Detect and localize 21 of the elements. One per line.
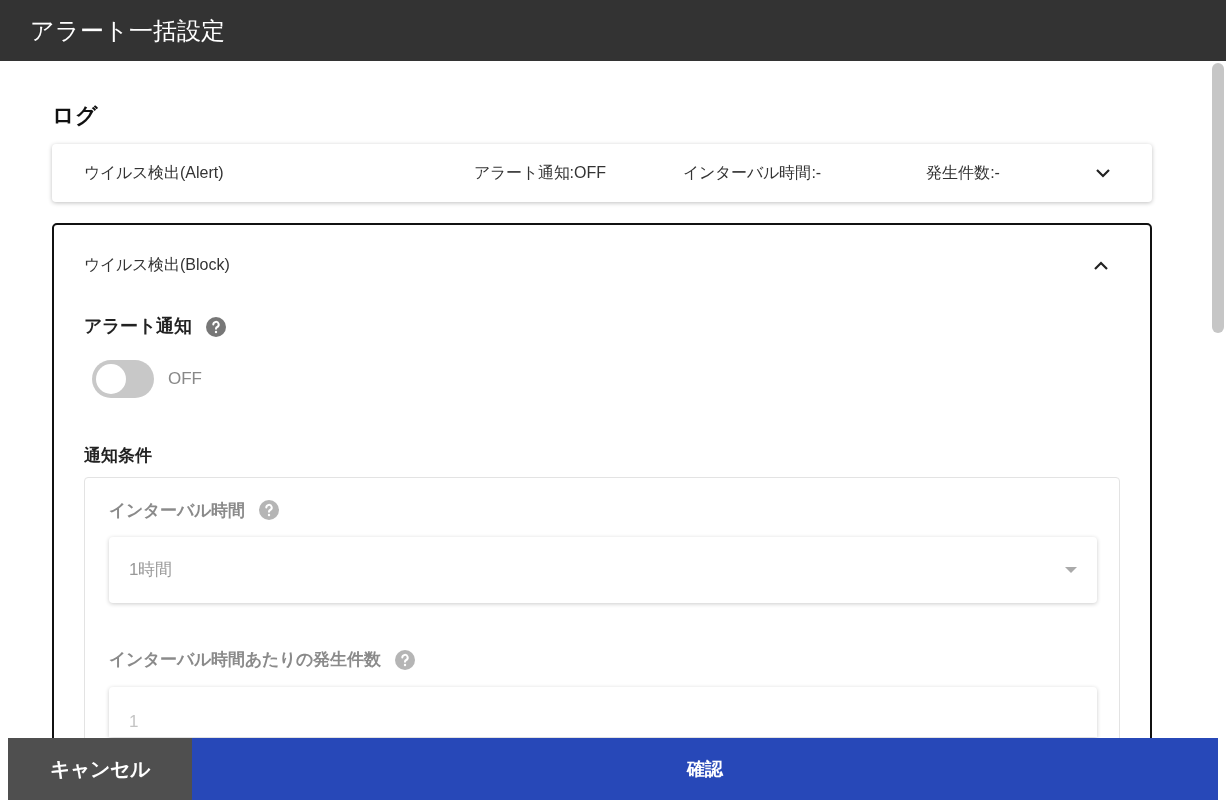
toggle-state: OFF (168, 368, 202, 391)
conditions-title: 通知条件 (84, 445, 153, 467)
summary-text: インターバル時間:- (683, 163, 823, 183)
toggle-switch[interactable] (92, 360, 154, 398)
dropdown-icon (1065, 567, 1077, 573)
chevron-up-icon[interactable] (1094, 260, 1108, 270)
section-title: ログ (52, 102, 99, 130)
summary-text: アラート通知:OFF (473, 163, 608, 183)
accordion-row[interactable]: ウイルス検出(Alert) アラート通知:OFF インターバル時間:- 発生件数:- (52, 144, 1152, 202)
item-name: ウイルス検出(Block) (84, 255, 230, 275)
confirm-button[interactable]: 確認 (192, 738, 1218, 800)
field-label: インターバル時間 (109, 499, 245, 522)
help-icon[interactable] (206, 316, 226, 337)
chevron-down-icon[interactable] (1096, 168, 1110, 178)
item-name: ウイルス検出(Alert) (84, 163, 225, 183)
alert-label: アラート通知 (84, 315, 192, 338)
field-label: インターバル時間あたりの発生件数 (109, 649, 381, 671)
scrollbar[interactable] (1212, 63, 1224, 333)
cancel-button[interactable]: キャンセル (8, 738, 192, 800)
dialog-title: アラート一括設定 (30, 15, 225, 46)
summary-text: 発生件数:- (926, 163, 1001, 183)
